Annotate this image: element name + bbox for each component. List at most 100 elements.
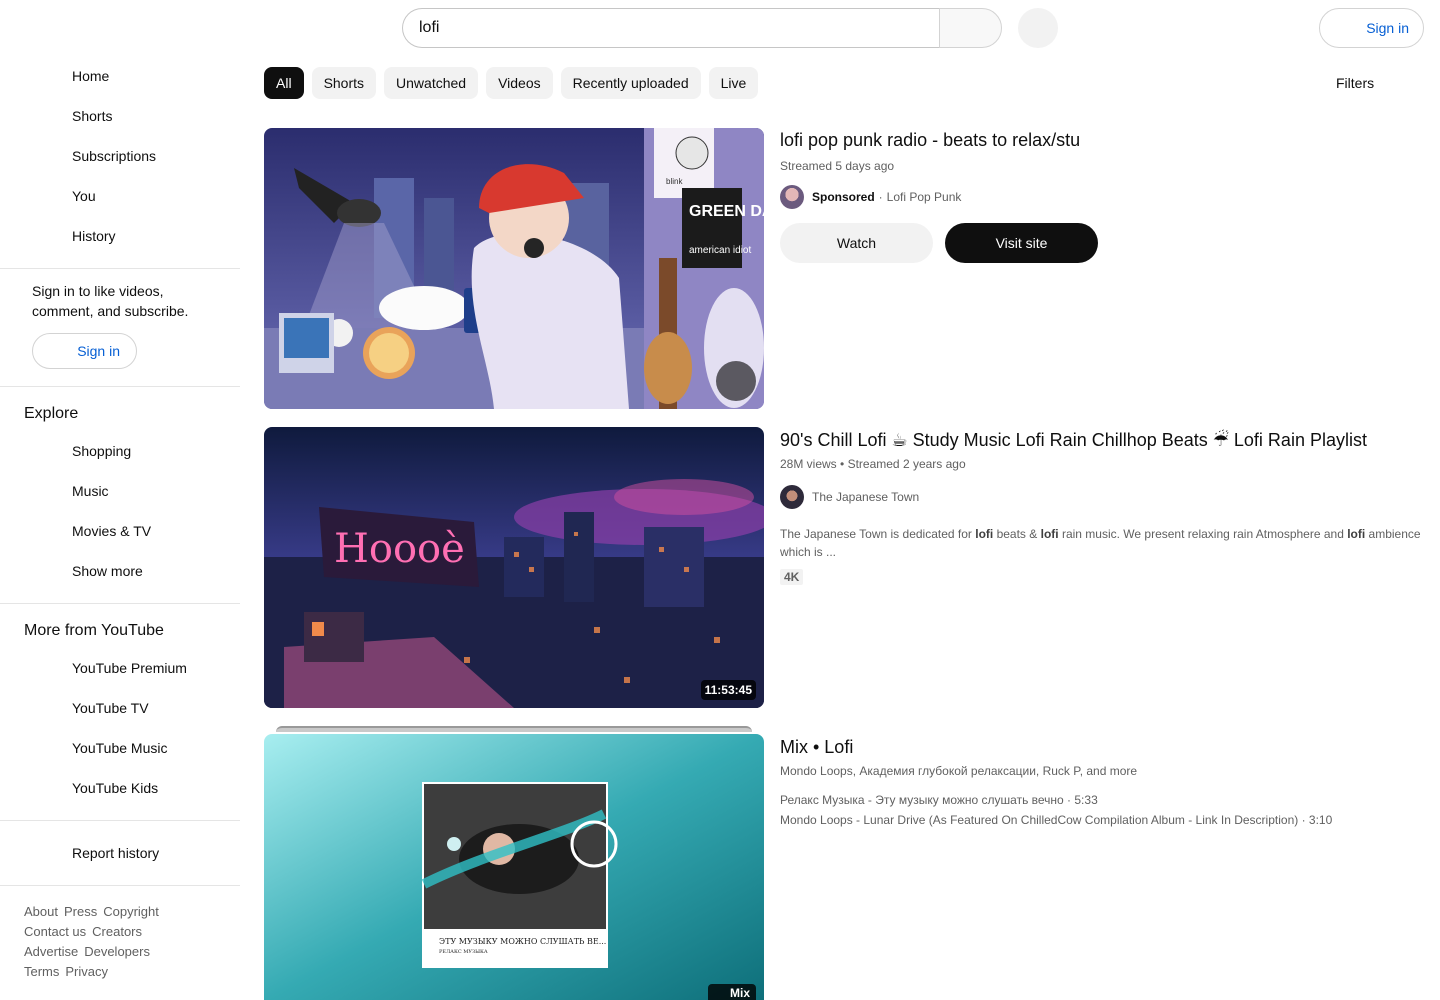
sidebar: Home Shorts Subscriptions You History Si… (0, 56, 240, 982)
filters-button[interactable]: Filters (1292, 67, 1386, 99)
channel-avatar[interactable] (780, 485, 804, 509)
explore-title: Explore (24, 405, 79, 422)
footer-link[interactable]: Developers (84, 944, 150, 959)
separator-dot: · (878, 190, 883, 204)
chip-all[interactable]: All (264, 67, 304, 99)
account-icon (48, 342, 68, 362)
search-bar (402, 8, 1002, 48)
thumb-sign-subtext: american idiot (689, 245, 751, 256)
sidebar-item-label: Report history (72, 845, 160, 861)
mix-track[interactable]: Релакс Музыка - Эту музыку можно слушать… (780, 790, 1430, 810)
thumbnail-image: Hoooè (264, 427, 764, 708)
sidebar-item-label: YouTube Kids (72, 780, 159, 796)
sidebar-item-show-more[interactable]: Show more (0, 551, 240, 591)
sidebar-item-label: YouTube TV (72, 700, 149, 716)
result-ad-info: lofi pop punk radio - beats to relax/stu… (780, 127, 1430, 263)
mix-title[interactable]: Mix • Lofi (780, 734, 1430, 760)
footer-link[interactable]: Copyright (103, 904, 159, 919)
footer-link[interactable]: Terms (24, 964, 59, 979)
upload-time: Streamed 2 years ago (847, 457, 966, 471)
video-description: The Japanese Town is dedicated for lofi … (780, 527, 1421, 559)
sidebar-sign-in-button[interactable]: Sign in (32, 333, 137, 369)
mix-card-subtitle: РЕЛАКС МУЗЫКА (439, 949, 488, 955)
video-meta: Streamed 5 days ago (780, 159, 895, 173)
sidebar-item-label: You (72, 188, 96, 204)
search-button[interactable] (939, 8, 1002, 48)
search-input[interactable] (402, 8, 939, 48)
thumb-neon-text: Hoooè (334, 526, 465, 572)
sidebar-item-movies-tv[interactable]: Movies & TV (0, 511, 240, 551)
sidebar-item-youtube-tv[interactable]: YouTube TV (0, 688, 240, 728)
sidebar-item-home[interactable]: Home (0, 56, 240, 96)
sidebar-divider (0, 603, 240, 604)
mix-thumbnail[interactable]: ЭТУ МУЗЫКУ МОЖНО СЛУШАТЬ ВЕ... РЕЛАКС МУ… (264, 734, 764, 1000)
visit-site-button[interactable]: Visit site (945, 223, 1098, 263)
chip-live[interactable]: Live (708, 67, 759, 99)
footer-link[interactable]: Contact us (24, 924, 86, 939)
sponsored-label: Sponsored (812, 190, 875, 204)
sidebar-item-shorts[interactable]: Shorts (0, 96, 240, 136)
sidebar-divider (0, 386, 240, 387)
filters-label: Filters (1336, 75, 1375, 91)
sidebar-item-label: Show more (72, 563, 143, 579)
channel-name[interactable]: The Japanese Town (812, 490, 919, 504)
sign-in-button[interactable]: Sign in (1319, 8, 1424, 48)
channel-name[interactable]: Lofi Pop Punk (887, 190, 962, 204)
sidebar-item-youtube-kids[interactable]: YouTube Kids (0, 768, 240, 808)
mix-track[interactable]: Mondo Loops - Lunar Drive (As Featured O… (780, 810, 1430, 830)
sidebar-item-shopping[interactable]: Shopping (0, 431, 240, 471)
mic-icon (1035, 20, 1041, 30)
sidebar-item-label: YouTube Premium (72, 660, 187, 676)
footer-link[interactable]: Advertise (24, 944, 78, 959)
sidebar-item-youtube-premium[interactable]: YouTube Premium (0, 648, 240, 688)
video-duration: 11:53:45 (700, 680, 756, 700)
sidebar-item-youtube-music[interactable]: YouTube Music (0, 728, 240, 768)
mix-artists: Mondo Loops, Академия глубокой релаксаци… (780, 764, 1138, 778)
chip-unwatched[interactable]: Unwatched (384, 67, 479, 99)
filters-icon (1304, 71, 1328, 95)
footer-link[interactable]: Privacy (65, 964, 108, 979)
footer-link[interactable]: Creators (92, 924, 142, 939)
sidebar-divider (0, 885, 240, 886)
sidebar-divider (0, 820, 240, 821)
video-thumbnail[interactable]: Hoooè 11:53:45 (264, 427, 764, 708)
playlist-stack-indicator (276, 726, 752, 732)
sidebar-item-label: Movies & TV (72, 523, 152, 539)
video-meta: 28M views • Streamed 2 years ago (780, 455, 1430, 473)
voice-search-button[interactable] (1018, 8, 1058, 48)
sidebar-item-label: YouTube Music (72, 740, 168, 756)
more-from-youtube-title: More from YouTube (24, 622, 164, 639)
sidebar-item-music[interactable]: Music (0, 471, 240, 511)
sidebar-item-history[interactable]: History (0, 216, 240, 256)
account-icon (1335, 19, 1355, 39)
footer-links: About Press Copyright Contact us Creators A… (0, 898, 240, 982)
sidebar-sign-in-label: Sign in (77, 343, 120, 359)
chip-recently-uploaded[interactable]: Recently uploaded (560, 67, 701, 99)
search-icon (961, 19, 976, 34)
watch-button[interactable]: Watch (780, 223, 933, 263)
video-thumbnail[interactable]: GREEN DAY american idiot blink (264, 128, 764, 409)
chip-shorts[interactable]: Shorts (311, 67, 377, 99)
sidebar-item-report-history[interactable]: Report history (0, 833, 240, 873)
play-indicator (716, 361, 756, 401)
video-title[interactable]: 90's Chill Lofi ☕ Study Music Lofi Rain … (780, 427, 1430, 453)
sidebar-item-label: Music (72, 483, 109, 499)
sidebar-item-label: Subscriptions (72, 148, 157, 164)
chip-videos[interactable]: Videos (486, 67, 553, 99)
view-count: 28M views (780, 457, 837, 471)
mix-card-title: ЭТУ МУЗЫКУ МОЖНО СЛУШАТЬ ВЕ... (439, 937, 606, 946)
sidebar-item-you[interactable]: You (0, 176, 240, 216)
channel-row: The Japanese Town (780, 485, 1430, 509)
footer-link[interactable]: About (24, 904, 58, 919)
channel-row: Sponsored · Lofi Pop Punk (780, 185, 1430, 209)
sidebar-divider (0, 268, 240, 269)
sidebar-item-subscriptions[interactable]: Subscriptions (0, 136, 240, 176)
sidebar-item-label: Shopping (72, 443, 132, 459)
channel-avatar[interactable] (780, 185, 804, 209)
footer-link[interactable]: Press (64, 904, 97, 919)
result-mix-info: Mix • Lofi Mondo Loops, Академия глубоко… (780, 734, 1430, 830)
sidebar-item-label: Shorts (72, 108, 113, 124)
mix-badge-label: Mix (729, 986, 750, 1000)
video-title[interactable]: lofi pop punk radio - beats to relax/stu (780, 127, 1430, 153)
mix-track-list: Релакс Музыка - Эту музыку можно слушать… (780, 790, 1430, 830)
